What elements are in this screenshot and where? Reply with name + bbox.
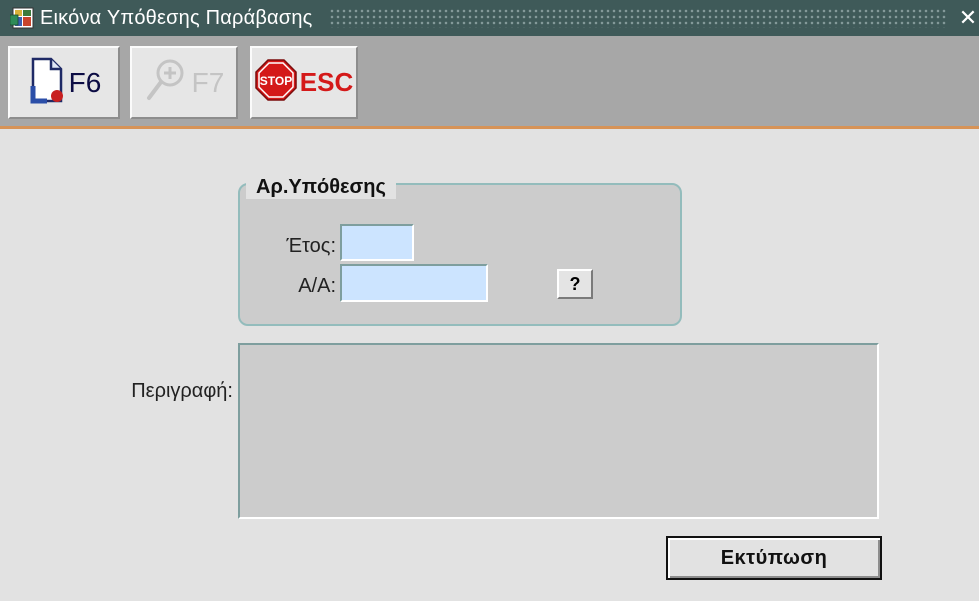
case-number-group-title: Αρ.Υπόθεσης (246, 175, 396, 199)
title-bar-texture (328, 8, 947, 28)
app-icon (9, 5, 36, 31)
close-icon[interactable]: ✕ (957, 5, 979, 31)
description-label: Περιγραφή: (131, 380, 233, 402)
exit-label: ESC (299, 67, 354, 97)
lookup-button[interactable]: ? (557, 269, 593, 299)
serial-number-label: Α/Α: (298, 275, 336, 297)
serial-number-field[interactable] (340, 264, 488, 302)
year-field[interactable] (340, 224, 414, 261)
new-record-button[interactable]: F6 (8, 46, 120, 119)
case-image-window: Εικόνα Υπόθεσης Παράβασης ✕ F6 F7 STOP E… (0, 0, 979, 601)
window-title: Εικόνα Υπόθεσης Παράβασης (40, 6, 313, 29)
description-field[interactable] (238, 343, 879, 519)
new-document-icon (27, 56, 67, 109)
exit-button[interactable]: STOP ESC (250, 46, 358, 119)
zoom-button[interactable]: F7 (130, 46, 238, 119)
year-label: Έτος: (286, 235, 336, 257)
print-button[interactable]: Εκτύπωση (666, 536, 882, 580)
title-bar[interactable]: Εικόνα Υπόθεσης Παράβασης ✕ (0, 0, 979, 36)
zoom-label: F7 (191, 66, 225, 98)
stop-sign-icon: STOP (255, 59, 297, 106)
new-record-label: F6 (68, 66, 102, 98)
zoom-in-icon (144, 56, 190, 109)
svg-text:STOP: STOP (260, 74, 292, 88)
toolbar: F6 F7 STOP ESC (0, 36, 979, 129)
